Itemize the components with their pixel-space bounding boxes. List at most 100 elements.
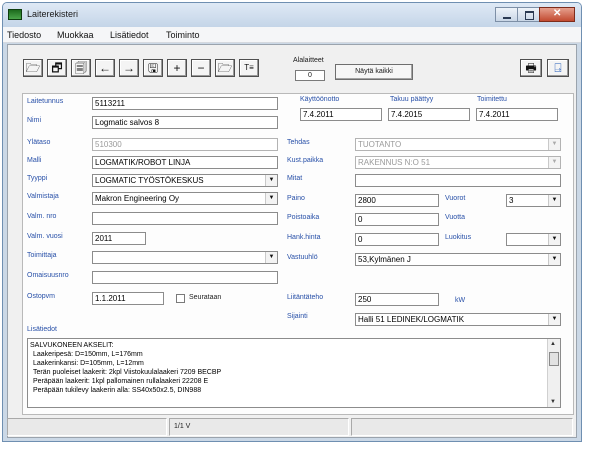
- toimittaja-select[interactable]: ▼: [92, 251, 278, 264]
- valm-nro-label: Valm. nro: [27, 213, 57, 220]
- scroll-down-icon[interactable]: ▼: [550, 399, 556, 405]
- seurataan-checkbox[interactable]: [176, 294, 185, 303]
- card-edit-icon: 🗗: [51, 61, 63, 75]
- valm-vuosi-field[interactable]: 2011: [92, 232, 146, 245]
- card-edit-button[interactable]: 🗗: [47, 59, 67, 77]
- remove-icon: −: [197, 61, 205, 75]
- liitantateho-unit: kW: [455, 297, 466, 304]
- valm-vuosi-label: Valm. vuosi: [27, 233, 63, 240]
- open-folder-button[interactable]: 🗁: [23, 59, 43, 77]
- ylataso-field[interactable]: 510300: [92, 138, 278, 151]
- chevron-down-icon[interactable]: ▼: [548, 234, 560, 245]
- lisatiedot-label: Lisätiedot: [27, 326, 57, 333]
- next-button[interactable]: →: [119, 59, 139, 77]
- card-copy-button[interactable]: 🗐: [71, 59, 91, 77]
- chevron-down-icon[interactable]: ▼: [265, 175, 277, 186]
- hank-hinta-field[interactable]: 0: [355, 233, 439, 246]
- takuu-field[interactable]: 7.4.2015: [388, 108, 470, 121]
- chevron-down-icon[interactable]: ▼: [548, 195, 560, 206]
- laitetunnus-label: Laitetunnus: [27, 98, 64, 105]
- minimize-button[interactable]: [495, 7, 517, 22]
- lisatiedot-textarea[interactable]: SALVUKONEEN AKSELIT: Laakeripesä: D=150m…: [27, 338, 561, 408]
- window-title: Laiterekisteri: [27, 9, 79, 19]
- exit-door-icon: ⍈: [554, 61, 562, 75]
- save-button[interactable]: 🖫: [143, 59, 163, 77]
- maximize-button[interactable]: [517, 7, 539, 22]
- malli-label: Malli: [27, 157, 42, 164]
- ostopvm-field[interactable]: 1.1.2011: [92, 292, 164, 305]
- notes-line: Peräpään tukilevy laakerin alla: SS40x50…: [33, 387, 202, 394]
- kust-paikka-label: Kust.paikka: [287, 157, 324, 164]
- toimitettu-label: Toimitettu: [477, 96, 507, 103]
- chevron-down-icon[interactable]: ▼: [548, 139, 560, 150]
- vastuuhlo-select[interactable]: 53,Kylmänen J ▼: [355, 253, 561, 266]
- menu-tiedosto[interactable]: Tiedosto: [7, 30, 41, 40]
- menu-toiminto[interactable]: Toiminto: [166, 30, 200, 40]
- kayttoonotto-field[interactable]: 7.4.2011: [300, 108, 382, 121]
- app-icon: [8, 9, 22, 20]
- folder-open-button[interactable]: 🗁: [215, 59, 235, 77]
- show-all-button[interactable]: Näytä kaikki: [335, 64, 413, 80]
- exit-button[interactable]: ⍈: [547, 59, 569, 77]
- notes-line: Laakeripesä: D=150mm, L=176mm: [33, 351, 143, 358]
- hank-hinta-label: Hank.hinta: [287, 234, 321, 241]
- sijainti-select[interactable]: Halli 51 LEDINEK/LOGMATIK ▼: [355, 313, 561, 326]
- remove-button[interactable]: −: [191, 59, 211, 77]
- ylataso-label: Ylätaso: [27, 139, 51, 146]
- malli-field[interactable]: LOGMATIK/ROBOT LINJA: [92, 156, 278, 169]
- chevron-down-icon[interactable]: ▼: [548, 254, 560, 265]
- mitat-label: Mitat: [287, 175, 303, 182]
- paino-label: Paino: [287, 195, 305, 202]
- tehdas-select[interactable]: TUOTANTO ▼: [355, 138, 561, 151]
- tehdas-label: Tehdas: [287, 139, 310, 146]
- vuorot-select[interactable]: 3 ▼: [506, 194, 561, 207]
- prev-button[interactable]: ←: [95, 59, 115, 77]
- vuotta-label: Vuotta: [445, 214, 465, 221]
- omaisuusnro-field[interactable]: [92, 271, 278, 284]
- notes-line: Terän puoleiset laakerit: 2kpl Viistokuu…: [33, 369, 222, 376]
- status-left: [7, 418, 167, 436]
- sijainti-label: Sijainti: [287, 313, 308, 320]
- menu-bar: Tiedosto Muokkaa Lisätiedot Toiminto: [3, 27, 581, 43]
- list-sort-button[interactable]: T≡: [239, 59, 259, 77]
- kust-paikka-select[interactable]: RAKENNUS N:O 51 ▼: [355, 156, 561, 169]
- vuorot-label: Vuorot: [445, 195, 466, 202]
- chevron-down-icon[interactable]: ▼: [265, 252, 277, 263]
- tehdas-value: TUOTANTO: [358, 140, 402, 149]
- app-window: Laiterekisteri Tiedosto Muokkaa Lisätied…: [2, 2, 582, 442]
- printer-icon: 🖶: [525, 61, 537, 75]
- paino-field[interactable]: 2800: [355, 194, 439, 207]
- tyyppi-select[interactable]: LOGMATIC TYÖSTÖKESKUS ▼: [92, 174, 278, 187]
- chevron-down-icon[interactable]: ▼: [548, 157, 560, 168]
- menu-muokkaa[interactable]: Muokkaa: [57, 30, 94, 40]
- sijainti-value: Halli 51 LEDINEK/LOGMATIK: [358, 315, 465, 324]
- form-panel: Laitetunnus 5113211 Nimi Logmatic salvos…: [22, 93, 574, 415]
- print-button[interactable]: 🖶: [520, 59, 542, 77]
- toimittaja-label: Toimittaja: [27, 252, 57, 259]
- toimitettu-field[interactable]: 7.4.2011: [476, 108, 558, 121]
- mitat-field[interactable]: [355, 174, 561, 187]
- nimi-field[interactable]: Logmatic salvos 8: [92, 116, 278, 129]
- ostopvm-label: Ostopvm: [27, 293, 56, 300]
- kust-paikka-value: RAKENNUS N:O 51: [358, 158, 431, 167]
- poistoaika-label: Poistoaika: [287, 214, 320, 221]
- liitantateho-field[interactable]: 250: [355, 293, 439, 306]
- scrollbar-thumb[interactable]: [549, 352, 559, 366]
- status-right: [351, 418, 573, 436]
- status-bar: 1/1 V: [7, 418, 577, 438]
- valmistaja-select[interactable]: Makron Engineering Oy ▼: [92, 192, 278, 205]
- laitetunnus-field[interactable]: 5113211: [92, 97, 278, 110]
- add-button[interactable]: +: [167, 59, 187, 77]
- chevron-down-icon[interactable]: ▼: [265, 193, 277, 204]
- close-button[interactable]: [539, 7, 575, 22]
- vastuuhlo-value: 53,Kylmänen J: [358, 255, 411, 264]
- chevron-down-icon[interactable]: ▼: [548, 314, 560, 325]
- valm-nro-field[interactable]: [92, 212, 278, 225]
- menu-lisatiedot[interactable]: Lisätiedot: [110, 30, 149, 40]
- title-bar[interactable]: Laiterekisteri: [3, 3, 581, 27]
- scroll-up-icon[interactable]: ▲: [550, 341, 556, 347]
- notes-scrollbar[interactable]: ▲ ▼: [547, 339, 560, 407]
- poistoaika-field[interactable]: 0: [355, 213, 439, 226]
- luokitus-select[interactable]: ▼: [506, 233, 561, 246]
- list-sort-icon: T≡: [244, 63, 254, 72]
